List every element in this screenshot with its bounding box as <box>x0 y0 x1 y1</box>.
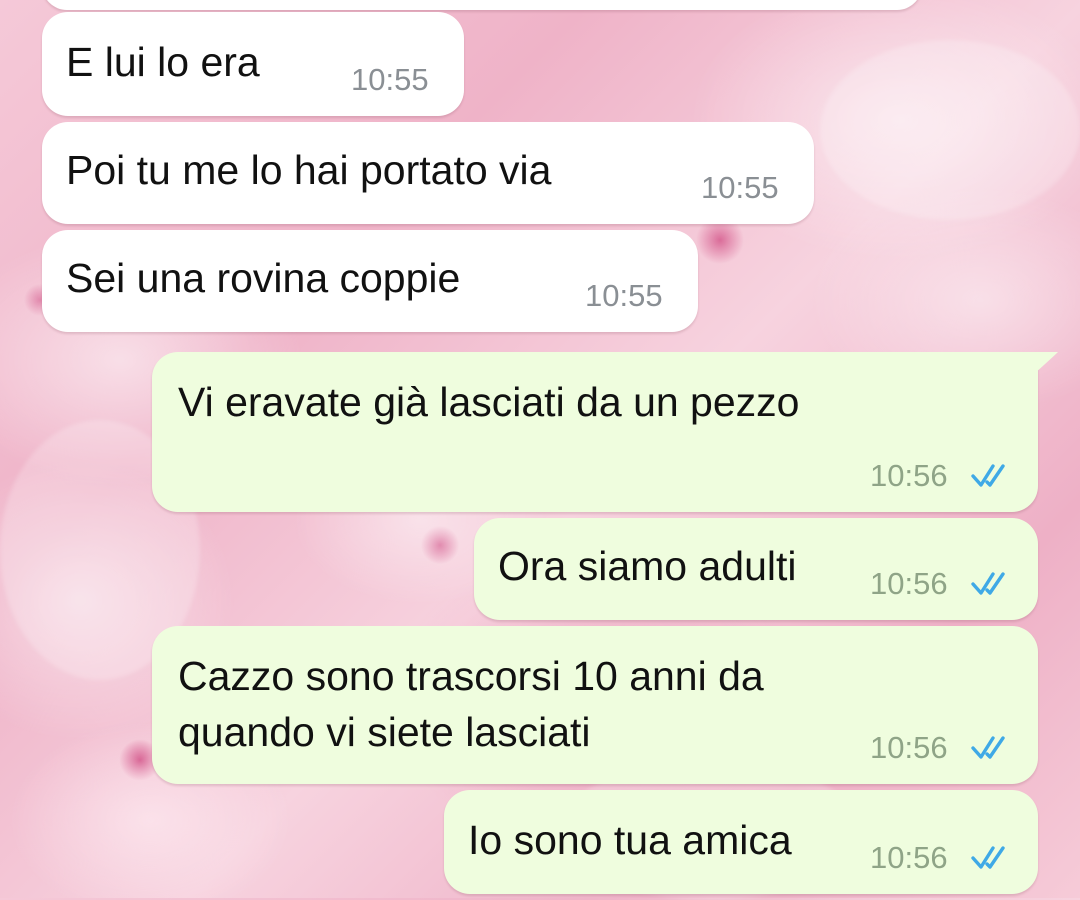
message-bubble-outgoing[interactable]: Vi eravate già lasciati da un pezzo 10:5… <box>152 352 1038 512</box>
message-bubble-outgoing[interactable]: Ora siamo adulti 10:56 <box>474 518 1038 620</box>
message-text-line-1: Cazzo sono trascorsi 10 anni da <box>178 653 764 699</box>
message-time: 10:55 <box>351 62 429 97</box>
double-check-icon <box>971 572 1005 595</box>
double-check-icon <box>971 464 1005 487</box>
message-time: 10:56 <box>870 566 948 601</box>
message-time: 10:56 <box>870 730 948 765</box>
message-text: Poi tu me lo hai portato via <box>66 147 552 193</box>
background-petal <box>820 40 1080 220</box>
bubble-tail <box>1034 352 1058 374</box>
message-text: E lui lo era <box>66 39 260 85</box>
message-bubble-incoming[interactable]: E lui lo era 10:55 <box>42 12 464 116</box>
message-bubble-incoming[interactable]: Sei una rovina coppie 10:55 <box>42 230 698 332</box>
message-time: 10:56 <box>870 840 948 875</box>
message-time: 10:55 <box>585 278 663 313</box>
message-bubble-outgoing[interactable]: Cazzo sono trascorsi 10 anni da quando v… <box>152 626 1038 784</box>
message-time: 10:56 <box>870 458 948 493</box>
message-bubble-incoming[interactable]: Poi tu me lo hai portato via 10:55 <box>42 122 814 224</box>
message-bubble-outgoing[interactable]: Io sono tua amica 10:56 <box>444 790 1038 894</box>
message-bubble-partial[interactable] <box>42 0 922 10</box>
message-time: 10:55 <box>701 170 779 205</box>
message-text: Io sono tua amica <box>468 817 792 863</box>
message-text: Vi eravate già lasciati da un pezzo <box>178 379 800 425</box>
message-text: Ora siamo adulti <box>498 543 797 589</box>
double-check-icon <box>971 846 1005 869</box>
message-text: Sei una rovina coppie <box>66 255 461 301</box>
double-check-icon <box>971 736 1005 759</box>
message-text-line-2: quando vi siete lasciati <box>178 709 591 755</box>
